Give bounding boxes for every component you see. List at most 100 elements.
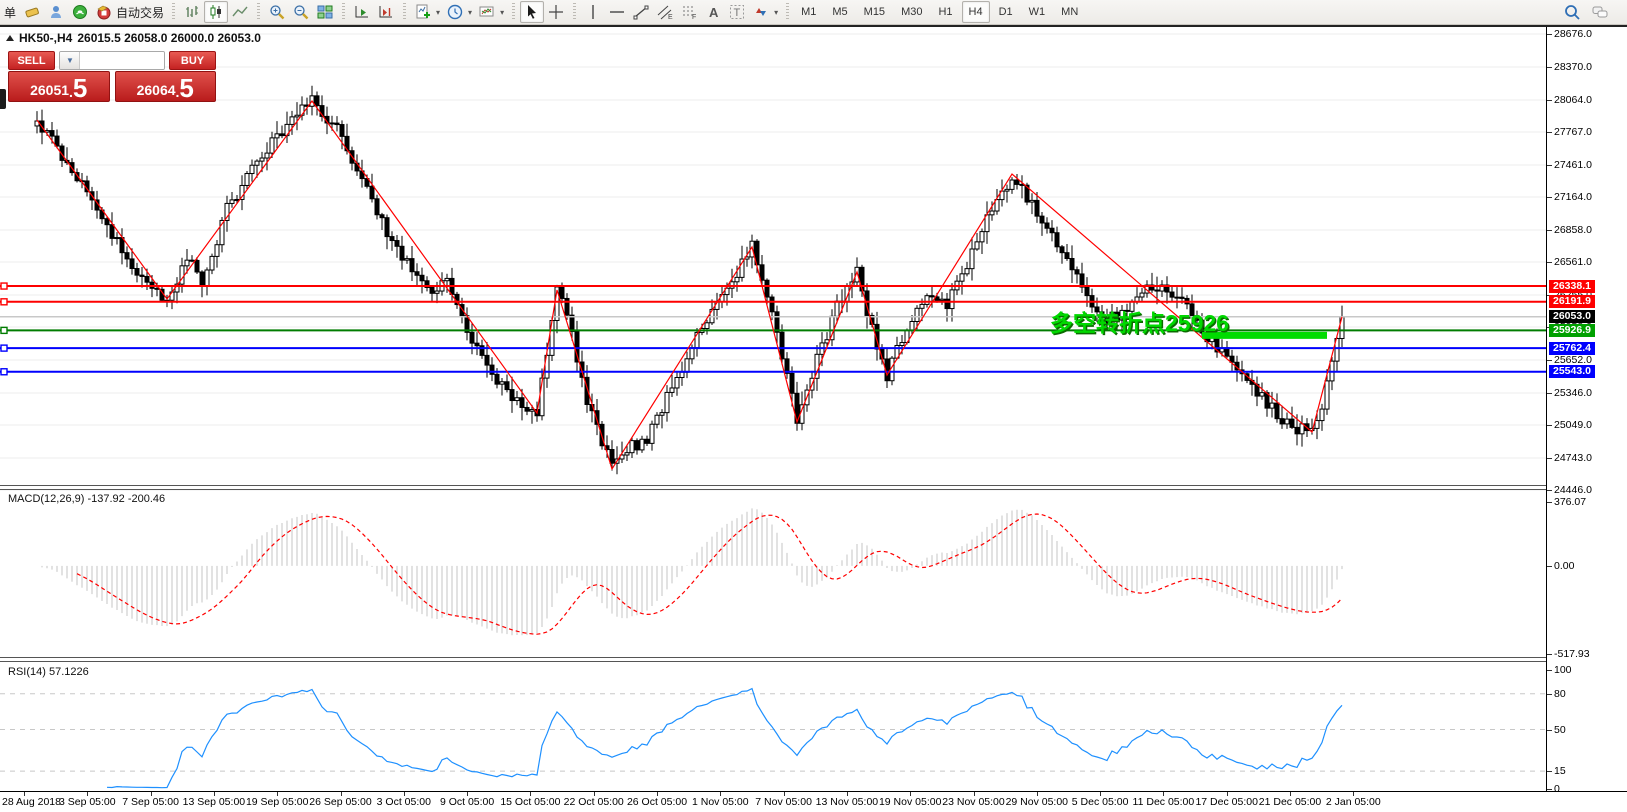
candlestick-chart-button[interactable] [204,1,229,23]
price-line-tag: 26053.0 [1549,310,1595,323]
one-click-collapse-icon[interactable] [6,35,14,41]
timeframe-m1-button[interactable]: M1 [794,1,823,23]
tile-windows-button[interactable] [313,1,337,23]
line-chart-icon [232,6,248,17]
auto-scroll-icon [355,6,369,18]
one-click-collapse-handle[interactable] [0,89,6,109]
template-icon [479,6,494,17]
time-axis-label: 26 Oct 05:00 [626,796,688,808]
clock-icon [447,4,463,20]
toolbar-separator [573,3,577,21]
templates-button[interactable]: ▾ [475,1,507,23]
chart-symbol-period: HK50-,H4 [19,31,73,45]
chart-plot[interactable]: 多空转折点25926多空转折点25926 [0,27,1546,791]
text-button[interactable]: A [701,1,725,23]
trendline-button[interactable] [629,1,653,23]
periods-button[interactable]: ▾ [443,1,475,23]
rsi-axis-label: 100 [1547,664,1572,676]
svg-text:F: F [692,14,696,21]
bar-chart-icon [186,6,199,17]
macd-pane-separator[interactable] [0,485,1546,490]
signal-icon [73,5,88,19]
metaeditor-icon [51,6,62,18]
price-scale[interactable]: 28676.0 28370.0 28064.0 27767.0 27461.0 27164… [1546,27,1627,795]
time-axis-label: 17 Dec 05:00 [1195,796,1258,808]
time-axis-tick [87,792,89,796]
time-axis-label: 28 Aug 2018 [2,796,61,808]
time-axis-tick [783,792,785,796]
signals-button[interactable] [68,1,92,23]
sell-price-box[interactable]: 26051. 5 [8,71,110,102]
time-axis-label: 2 Jan 05:00 [1325,796,1381,808]
buy-button[interactable]: BUY [169,51,216,70]
time-axis-label: 3 Oct 05:00 [376,796,431,808]
cursor-button[interactable] [520,1,545,23]
equidistant-channel-button[interactable]: E [653,1,677,23]
vertical-line-icon [592,5,594,19]
new-order-icon [25,7,39,18]
timeframe-m5-button[interactable]: M5 [825,1,854,23]
time-axis-tick [340,792,342,796]
chat-icon[interactable] [1591,3,1609,21]
zoom-out-icon [294,5,309,20]
sell-button[interactable]: SELL [8,51,55,70]
rsi-pane-separator[interactable] [0,657,1546,662]
macd-axis-label: -517.93 [1547,648,1590,660]
chart-window: 多空转折点25926 多空转折点25926 HK50-,H4 26015.5 26… [0,25,1627,812]
autotrading-label: 自动交易 [116,5,165,20]
time-axis-label: 9 Oct 05:00 [439,796,495,808]
time-axis-label: 13 Sep 05:00 [182,796,246,808]
time-axis-tick [213,792,215,796]
fibonacci-button[interactable]: F [677,1,701,23]
indicators-button[interactable]: ▾ [411,1,443,23]
new-order-button[interactable] [20,1,44,23]
time-axis-tick [593,792,595,796]
candlestick-icon [210,5,222,19]
timeframe-d1-button[interactable]: D1 [992,1,1020,23]
text-label-button[interactable]: T [725,1,749,23]
auto-scroll-button[interactable] [350,1,374,23]
time-axis-tick [277,792,279,796]
toolbar-separator [257,3,261,21]
timeframe-h1-button[interactable]: H1 [931,1,959,23]
price-tick-label: 28370.0 [1547,61,1592,73]
time-axis-label: 21 Dec 05:00 [1258,796,1322,808]
toolbar-separator [172,3,176,21]
zoom-in-button[interactable] [265,1,289,23]
crosshair-button[interactable] [544,1,568,23]
time-axis-tick [657,792,658,796]
tile-windows-icon [317,5,333,19]
timeframe-h4-button[interactable]: H4 [961,1,990,23]
timeframe-mn-button[interactable]: MN [1054,1,1085,23]
time-axis-tick [1036,792,1038,796]
line-chart-button[interactable] [228,1,252,23]
chart-shift-button[interactable] [374,1,398,23]
rsi-axis-label: 15 [1547,765,1566,777]
toolbar-partial-label: 单 [4,5,17,20]
volume-decrease-button[interactable]: ▼ [60,52,80,69]
arrows-button[interactable]: ▾ [749,1,781,23]
zoom-out-button[interactable] [289,1,313,23]
volume-input[interactable] [80,52,164,69]
fibonacci-icon: F [683,6,696,21]
time-axis-label: 19 Nov 05:00 [878,796,942,808]
metaeditor-button[interactable] [44,1,68,23]
sell-price-frac: 5 [72,73,88,103]
one-click-trading-panel: SELL ▼ ▲ BUY 26051.5 26064.5 [8,51,216,102]
price-tick-label: 25346.0 [1547,387,1592,399]
indicators-icon [416,4,431,19]
time-axis-tick [1353,792,1355,796]
timeframe-w1-button[interactable]: W1 [1022,1,1053,23]
vertical-line-button[interactable] [581,1,605,23]
horizontal-line-button[interactable] [605,1,629,23]
time-axis-label: 5 Dec 05:00 [1071,796,1129,808]
autotrading-button[interactable]: 自动交易 [92,1,167,23]
timeframe-m15-button[interactable]: M15 [857,1,892,23]
time-axis-tick [910,792,912,796]
search-icon[interactable] [1563,3,1581,21]
timeframe-m30-button[interactable]: M30 [894,1,929,23]
bar-chart-button[interactable] [180,1,204,23]
trendline-icon [633,5,649,20]
price-line-tag: 25762.4 [1549,342,1595,355]
buy-price-box[interactable]: 26064. 5 [114,71,216,102]
